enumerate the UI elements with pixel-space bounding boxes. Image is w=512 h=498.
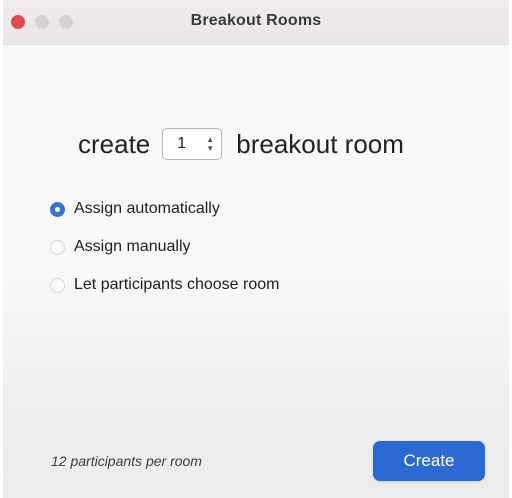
option-label: Assign automatically bbox=[74, 200, 220, 217]
radio-selected-icon[interactable] bbox=[50, 201, 65, 217]
stepper-down-icon[interactable]: ▼ bbox=[206, 144, 214, 153]
title-bar: Breakout Rooms bbox=[3, 0, 509, 45]
radio-unselected-icon[interactable] bbox=[50, 239, 65, 255]
radio-unselected-icon[interactable] bbox=[50, 277, 65, 293]
window-title: Breakout Rooms bbox=[190, 12, 322, 29]
option-label: Assign manually bbox=[74, 238, 191, 255]
room-count-value: 1 bbox=[177, 135, 187, 152]
option-let-participants-choose[interactable]: Let participants choose room bbox=[50, 276, 279, 294]
breakout-room-label: breakout room bbox=[236, 128, 404, 159]
participants-per-room-text: 12 participants per room bbox=[51, 453, 202, 469]
create-rooms-row: create 1 ▲ ▼ breakout room bbox=[78, 124, 404, 164]
room-count-stepper[interactable]: 1 ▲ ▼ bbox=[162, 128, 223, 160]
stepper-arrows-icon[interactable]: ▲ ▼ bbox=[205, 133, 215, 155]
option-label: Let participants choose room bbox=[74, 276, 280, 293]
option-assign-automatically[interactable]: Assign automatically bbox=[50, 200, 220, 218]
create-label: create bbox=[78, 128, 151, 159]
option-assign-manually[interactable]: Assign manually bbox=[50, 238, 191, 256]
breakout-rooms-window: Breakout Rooms create 1 ▲ ▼ breakout roo… bbox=[0, 0, 512, 498]
stepper-up-icon[interactable]: ▲ bbox=[206, 135, 214, 144]
create-button[interactable]: Create bbox=[373, 441, 485, 481]
